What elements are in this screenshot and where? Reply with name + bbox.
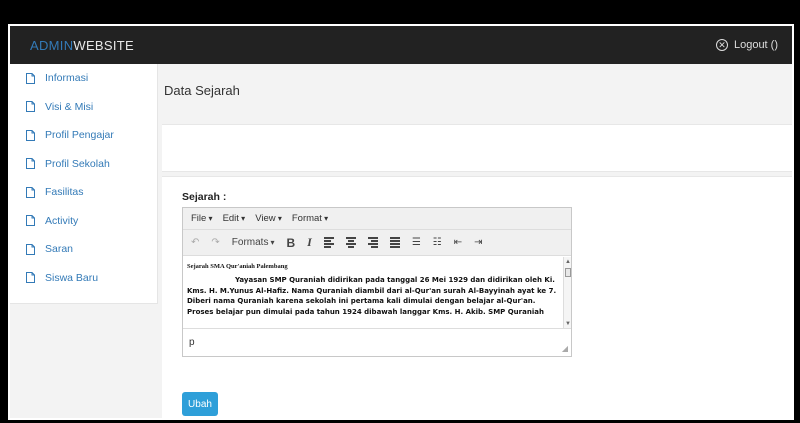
sejarah-label: Sejarah : [182, 191, 227, 203]
menu-format[interactable]: Format [292, 213, 328, 224]
editor-content[interactable]: Sejarah SMA Qur'aniah Palembang Yayasan … [183, 257, 565, 329]
formats-dropdown[interactable]: Formats [232, 237, 275, 248]
page-title: Data Sejarah [164, 82, 240, 98]
numbered-list-icon[interactable]: ☷ [433, 237, 442, 248]
sidebar-item-label: Profil Pengajar [45, 129, 114, 142]
sidebar-item-label: Fasilitas [45, 186, 84, 199]
editor-scrollbar[interactable]: ▲ ▼ [563, 257, 571, 329]
menu-view[interactable]: View [255, 213, 282, 224]
sidebar-item-label: Activity [45, 214, 79, 227]
bold-button[interactable]: B [286, 236, 295, 250]
brand-admin: ADMIN [30, 37, 74, 53]
redo-icon[interactable]: ↷ [211, 237, 219, 248]
sidebar-item-label: Visi & Misi [45, 100, 94, 113]
sidebar-item-profil-pengajar[interactable]: Profil Pengajar [10, 121, 157, 150]
menu-edit[interactable]: Edit [223, 213, 246, 224]
file-icon [26, 186, 35, 198]
align-left-icon[interactable] [323, 237, 334, 248]
file-icon [26, 101, 35, 113]
top-navbar: ADMINWEBSITE ✕ Logout () [10, 26, 792, 64]
logout-button[interactable]: ✕ Logout () [715, 39, 778, 51]
app-window: ADMINWEBSITE ✕ Logout () Informasi Visi … [8, 24, 794, 420]
italic-button[interactable]: I [307, 235, 312, 250]
doc-paragraph: Yayasan SMP Quraniah didirikan pada tang… [187, 276, 557, 316]
sidebar-item-profil-sekolah[interactable]: Profil Sekolah [10, 150, 157, 179]
sidebar-item-informasi[interactable]: Informasi [10, 64, 157, 93]
align-justify-icon[interactable] [389, 237, 400, 248]
sidebar-item-saran[interactable]: Saran [10, 235, 157, 264]
undo-icon[interactable]: ↶ [191, 237, 199, 248]
sidebar-item-label: Informasi [45, 72, 89, 85]
sidebar-item-siswa-baru[interactable]: Siswa Baru [10, 264, 157, 293]
brand-website: WEBSITE [73, 37, 134, 53]
resize-handle-icon[interactable]: ◢ [562, 344, 568, 353]
sidebar-item-label: Siswa Baru [45, 271, 99, 284]
sidebar-item-label: Profil Sekolah [45, 157, 110, 170]
sidebar-item-label: Saran [45, 243, 74, 256]
ubah-button[interactable]: Ubah [182, 392, 218, 416]
file-icon [26, 158, 35, 170]
sidebar-item-fasilitas[interactable]: Fasilitas [10, 178, 157, 207]
sidebar: Informasi Visi & Misi Profil Pengajar Pr… [10, 64, 158, 304]
element-path[interactable]: p [189, 337, 195, 348]
align-center-icon[interactable] [345, 237, 356, 248]
file-icon [26, 129, 35, 141]
editor-menubar: File Edit View Format [183, 208, 571, 230]
sidebar-item-visi-misi[interactable]: Visi & Misi [10, 93, 157, 122]
close-circle-icon: ✕ [715, 39, 728, 51]
rich-text-editor: File Edit View Format ↶ ↷ Formats B I ☰ … [182, 207, 572, 357]
doc-title: Sejarah SMA Qur'aniah Palembang [187, 263, 288, 270]
file-icon [26, 72, 35, 84]
file-icon [26, 243, 35, 255]
sidebar-item-activity[interactable]: Activity [10, 207, 157, 236]
empty-panel [162, 124, 792, 172]
file-icon [26, 272, 35, 284]
editor-toolbar: ↶ ↷ Formats B I ☰ ☷ ⇤ ⇥ [183, 230, 571, 256]
indent-icon[interactable]: ⇥ [474, 237, 482, 248]
bullet-list-icon[interactable]: ☰ [412, 237, 421, 248]
scroll-down-icon[interactable]: ▼ [565, 321, 571, 327]
outdent-icon[interactable]: ⇤ [454, 237, 462, 248]
menu-file[interactable]: File [191, 213, 213, 224]
align-right-icon[interactable] [367, 237, 378, 248]
editor-statusbar: p ◢ [183, 328, 571, 356]
file-icon [26, 215, 35, 227]
scroll-up-icon[interactable]: ▲ [565, 259, 571, 265]
form-panel: Sejarah : File Edit View Format ↶ ↷ Form… [162, 176, 792, 418]
scroll-thumb[interactable] [565, 268, 571, 277]
brand-logo[interactable]: ADMINWEBSITE [30, 38, 134, 53]
logout-label: Logout () [733, 39, 778, 51]
